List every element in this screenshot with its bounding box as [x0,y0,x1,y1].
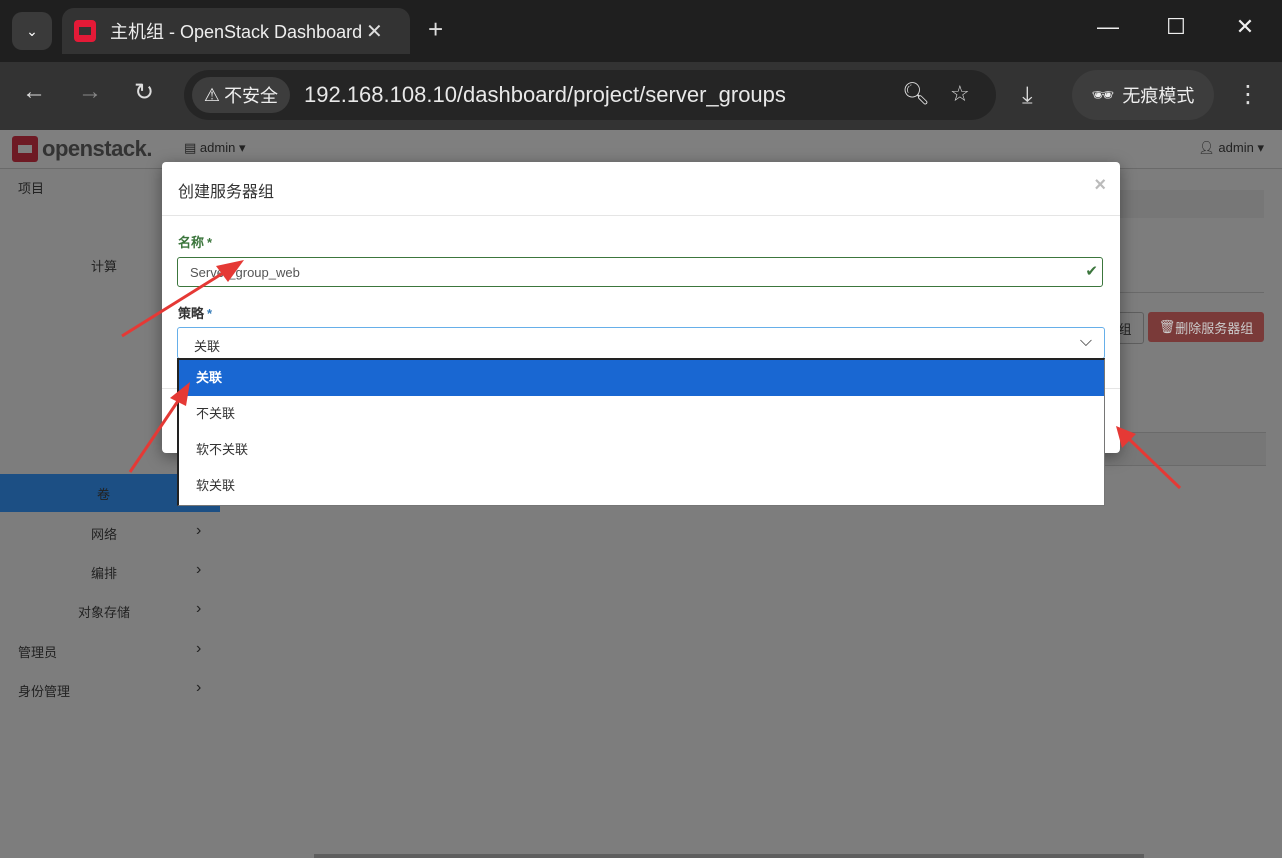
annotation-arrow-option [128,382,190,473]
annotation-arrow-name [121,260,244,338]
horizontal-scrollbar[interactable] [314,854,1144,858]
annotation-arrows [121,260,1182,490]
annotation-arrow-submit [1116,426,1182,490]
